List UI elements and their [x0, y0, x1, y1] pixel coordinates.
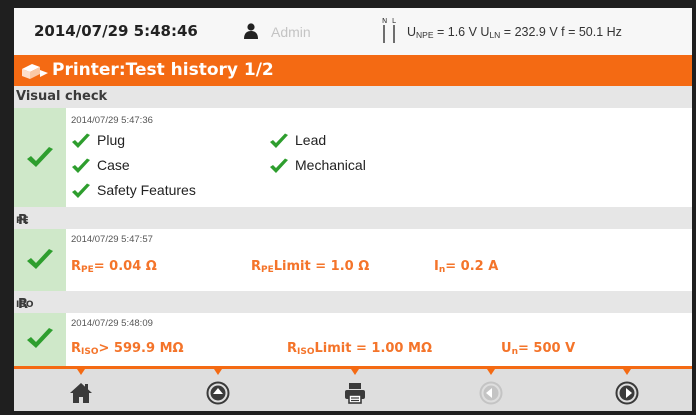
phase-connection-icon: N L: [382, 17, 396, 43]
uln-value: = 232.9 V f = 50.1 Hz: [500, 25, 622, 39]
arrow-right-circle-icon: [615, 381, 639, 405]
rpe-header: R PE: [14, 207, 692, 229]
phase-label-n: N: [382, 17, 387, 25]
check-icon: [72, 183, 90, 198]
status-measurements: UNPE = 1.6 V ULN = 232.9 V f = 50.1 Hz: [407, 25, 622, 40]
riso-limit: RISOLimit = 1.00 MΩ: [287, 341, 432, 357]
pass-check-icon: [27, 147, 53, 167]
riso-test-voltage: Un= 500 V: [501, 341, 576, 357]
status-user: Admin: [271, 24, 311, 40]
rpe-status: [14, 229, 66, 291]
check-icon: [270, 158, 288, 173]
printer-icon: [345, 383, 365, 404]
rpe-header-main: R: [18, 213, 29, 228]
home-button[interactable]: [51, 369, 111, 411]
check-icon: [72, 158, 90, 173]
riso-record[interactable]: 2014/07/29 5:48:09 RISO> 599.9 MΩ RISOLi…: [14, 313, 692, 366]
visual-check-timestamp: 2014/07/29 5:47:36: [71, 115, 153, 126]
check-icon: [72, 133, 90, 148]
status-bar: 2014/07/29 5:48:46 Admin N L UNPE = 1.6 …: [14, 8, 692, 55]
scroll-up-button[interactable]: [188, 369, 248, 411]
check-icon: [270, 133, 288, 148]
pass-check-icon: [27, 328, 53, 348]
riso-status: [14, 313, 66, 366]
arrow-up-circle-icon: [206, 381, 230, 405]
riso-header: R ISO: [14, 291, 692, 313]
visual-check-status: [14, 108, 66, 207]
test-history-list[interactable]: Visual check 2014/07/29 5:47:36 Plug Lea…: [14, 86, 692, 366]
visual-check-title: Visual check: [16, 89, 108, 104]
riso-value: RISO> 599.9 MΩ: [71, 341, 184, 357]
unpe-sub: NPE: [416, 30, 434, 40]
uln-sub: LN: [489, 30, 501, 40]
phase-label-l: L: [392, 17, 396, 25]
next-page-button[interactable]: [597, 369, 657, 411]
visual-check-header: Visual check: [14, 86, 692, 108]
status-datetime: 2014/07/29 5:48:46: [34, 22, 198, 40]
arrow-left-circle-icon: [479, 381, 503, 405]
previous-page-button[interactable]: [461, 369, 521, 411]
rpe-record[interactable]: 2014/07/29 5:47:57 RPE= 0.04 Ω RPELimit …: [14, 229, 692, 291]
riso-header-main: R: [18, 297, 29, 312]
home-icon: [70, 383, 92, 403]
print-button[interactable]: [325, 369, 385, 411]
riso-timestamp: 2014/07/29 5:48:09: [71, 318, 153, 329]
rpe-value: RPE= 0.04 Ω: [71, 259, 157, 275]
rpe-timestamp: 2014/07/29 5:47:57: [71, 234, 153, 245]
visual-check-record[interactable]: 2014/07/29 5:47:36 Plug Lead Case Mechan…: [14, 108, 692, 207]
user-icon: [244, 23, 258, 39]
device-screen: 2014/07/29 5:48:46 Admin N L UNPE = 1.6 …: [14, 8, 692, 411]
unpe-value: = 1.6 V: [433, 25, 481, 39]
title-bar: Printer:Test history 1/2: [14, 55, 692, 86]
pass-check-icon: [27, 249, 53, 269]
bottom-nav-bar: [14, 366, 692, 411]
rpe-limit: RPELimit = 1.0 Ω: [251, 259, 370, 275]
printer-appliance-icon: [22, 64, 48, 79]
rpe-test-current: In= 0.2 A: [434, 259, 499, 275]
page-title: Printer:Test history 1/2: [52, 60, 274, 80]
unpe-label: U: [407, 25, 417, 39]
